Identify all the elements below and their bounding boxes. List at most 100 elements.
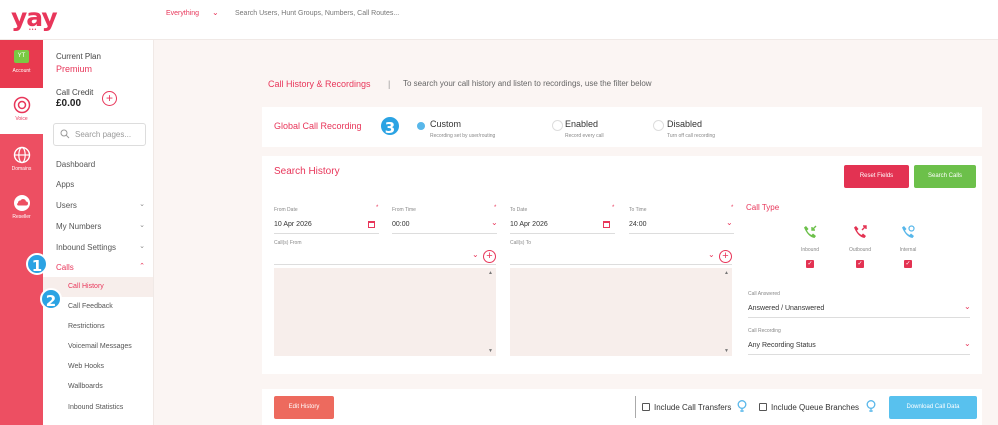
nav-item-inbound-settings[interactable]: Inbound Settings ⌄: [43, 237, 153, 257]
call-answered-label: Call Answered: [748, 291, 780, 297]
scroll-down-icon: ▼: [488, 348, 493, 354]
required-mark: *: [494, 205, 497, 211]
chevron-down-icon[interactable]: ⌄: [708, 250, 715, 259]
step-marker-2: 2: [40, 288, 62, 310]
outbound-checkbox[interactable]: ✓: [856, 260, 864, 268]
recording-enabled-sub: Record every call: [565, 133, 604, 139]
sub-item-voicemail-messages[interactable]: Voicemail Messages: [43, 337, 153, 357]
add-calls-to-button[interactable]: +: [719, 250, 732, 263]
sub-item-restrictions[interactable]: Restrictions: [43, 317, 153, 337]
reset-fields-button[interactable]: Reset Fields: [844, 165, 909, 188]
search-icon: [60, 129, 70, 139]
sub-item-inbound-statistics[interactable]: Inbound Statistics: [43, 398, 153, 418]
scroll-up-icon: ▲: [724, 270, 729, 276]
chevron-down-icon[interactable]: ⌄: [212, 8, 219, 17]
from-time-label: From Time: [392, 207, 416, 213]
call-type-title: Call Type: [746, 203, 780, 212]
recording-custom-label: Custom: [430, 119, 462, 129]
recording-disabled-sub: Turn off call recording: [667, 133, 716, 139]
breadcrumb-separator: |: [388, 79, 391, 89]
sidebar: Current Plan Premium Call Credit £0.00 +…: [43, 40, 154, 425]
search-scope-select[interactable]: Everything: [166, 10, 199, 17]
chevron-down-icon[interactable]: ⌄: [472, 250, 479, 259]
recording-disabled-label: Disabled: [667, 119, 703, 129]
chevron-down-icon[interactable]: ⌄: [964, 302, 971, 311]
rail-label: Domains: [11, 166, 32, 172]
rail-item-domains[interactable]: Domains: [0, 140, 43, 184]
lightbulb-icon[interactable]: [737, 400, 747, 413]
calendar-icon[interactable]: [368, 221, 375, 228]
sub-item-wallboards[interactable]: Wallboards: [43, 377, 153, 397]
nav-item-apps[interactable]: Apps: [43, 174, 153, 194]
step-marker-1: 1: [26, 253, 48, 275]
account-avatar: YT: [14, 50, 29, 63]
sub-item-web-hooks[interactable]: Web Hooks: [43, 357, 153, 377]
chevron-down-icon[interactable]: ⌄: [964, 339, 971, 348]
internal-checkbox[interactable]: ✓: [904, 260, 912, 268]
cloud-icon: [13, 195, 30, 211]
add-credit-button[interactable]: +: [102, 91, 117, 106]
search-calls-button[interactable]: Search Calls: [914, 165, 976, 188]
calls-from-list[interactable]: ▲ ▼: [274, 268, 496, 356]
recording-enabled-radio[interactable]: [552, 120, 563, 131]
nav-item-my-numbers[interactable]: My Numbers ⌄: [43, 216, 153, 236]
chevron-down-icon[interactable]: ⌄: [491, 218, 498, 227]
credit-value: £0.00: [56, 98, 82, 109]
rail-item-reseller[interactable]: Reseller: [0, 188, 43, 232]
to-time-select[interactable]: 24:00: [629, 221, 647, 228]
lightbulb-icon[interactable]: [866, 400, 876, 413]
global-search-input[interactable]: Search Users, Hunt Groups, Numbers, Call…: [235, 10, 399, 17]
plan-label: Current Plan: [56, 52, 101, 61]
rail-item-voice[interactable]: Voice: [0, 88, 43, 134]
search-history-title: Search History: [274, 166, 340, 177]
calls-from-label: Call(s) From: [274, 240, 302, 246]
nav-item-users[interactable]: Users ⌄: [43, 195, 153, 215]
recording-disabled-radio[interactable]: [653, 120, 664, 131]
rail-item-account[interactable]: YT Account: [0, 40, 43, 88]
recording-enabled-label: Enabled: [565, 119, 599, 129]
calls-to-list[interactable]: ▲ ▼: [510, 268, 732, 356]
recording-custom-sub: Recording set by user/routing: [430, 133, 496, 139]
search-placeholder: Search pages...: [75, 130, 132, 139]
calendar-icon[interactable]: [603, 221, 610, 228]
inbound-label: Inbound: [800, 247, 820, 253]
calls-to-label: Call(s) To: [510, 240, 532, 246]
scroll-up-icon: ▲: [488, 270, 493, 276]
main-content: Call History & Recordings | To search yo…: [154, 40, 998, 425]
globe-icon: [13, 146, 30, 164]
logo-dots: •••: [29, 27, 38, 33]
to-time-label: To Time: [629, 207, 647, 213]
internal-label: Internal: [899, 247, 917, 253]
chevron-down-icon: ⌄: [139, 222, 145, 229]
icon-rail: YT Account Voice Domains Reseller: [0, 40, 43, 425]
required-mark: *: [731, 205, 734, 211]
chevron-up-icon: ⌃: [139, 263, 145, 270]
from-time-select[interactable]: 00:00: [392, 221, 410, 228]
rail-label: Account: [12, 68, 31, 74]
top-bar: yay ••• Everything ⌄ Search Users, Hunt …: [0, 0, 998, 40]
nav-item-dashboard[interactable]: Dashboard: [43, 154, 153, 174]
internal-call-icon: [902, 225, 915, 238]
nav-item-calls[interactable]: Calls ⌃: [43, 257, 153, 277]
recording-custom-radio[interactable]: [417, 122, 425, 130]
chevron-down-icon[interactable]: ⌄: [726, 218, 733, 227]
to-date-field[interactable]: 10 Apr 2026: [510, 221, 548, 228]
download-call-data-button[interactable]: Download Call Data: [889, 396, 977, 419]
page-search-input[interactable]: Search pages...: [53, 123, 146, 146]
history-actions-bar: Edit History Include Call Transfers Incl…: [262, 389, 982, 425]
from-date-label: From Date: [274, 207, 298, 213]
call-recording-select[interactable]: Any Recording Status: [748, 342, 816, 349]
include-call-transfers-checkbox[interactable]: [642, 403, 650, 411]
scroll-down-icon: ▼: [724, 348, 729, 354]
rail-label: Reseller: [12, 214, 31, 220]
from-date-field[interactable]: 10 Apr 2026: [274, 221, 312, 228]
edit-history-button[interactable]: Edit History: [274, 396, 334, 419]
search-history-card: Search History Reset Fields Search Calls…: [262, 156, 982, 374]
inbound-checkbox[interactable]: ✓: [806, 260, 814, 268]
include-queue-branches-checkbox[interactable]: [759, 403, 767, 411]
add-calls-from-button[interactable]: +: [483, 250, 496, 263]
voice-icon: [13, 96, 30, 114]
global-call-recording-title: Global Call Recording: [274, 121, 362, 131]
call-answered-select[interactable]: Answered / Unanswered: [748, 305, 824, 312]
page-help-text: To search your call history and listen t…: [403, 79, 652, 88]
